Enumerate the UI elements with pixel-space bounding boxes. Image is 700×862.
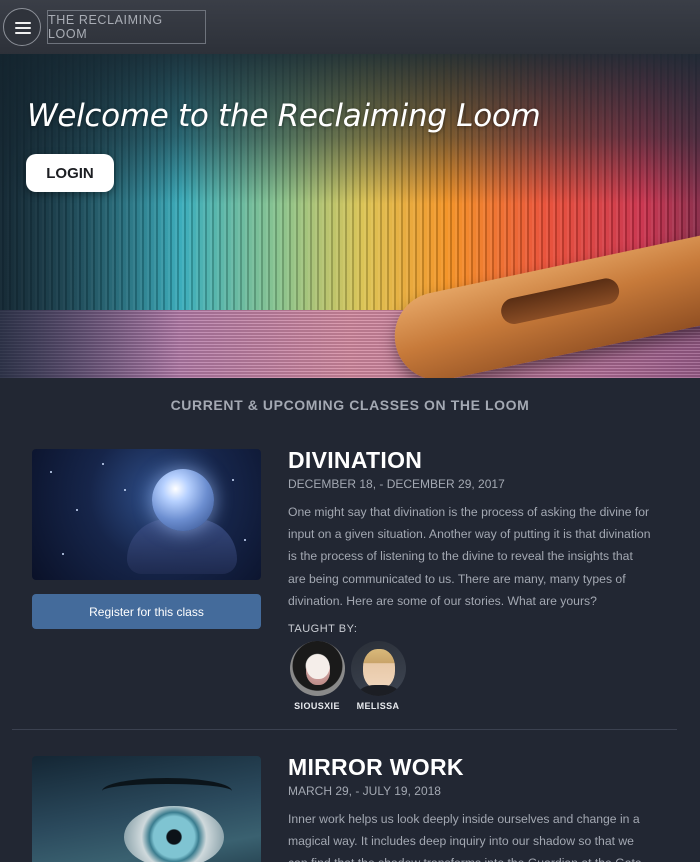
avatar[interactable] bbox=[289, 641, 345, 696]
classes-section-heading: CURRENT & UPCOMING CLASSES ON THE LOOM bbox=[170, 397, 530, 413]
menu-line bbox=[15, 32, 31, 34]
class-title[interactable]: DIVINATION bbox=[288, 447, 422, 474]
shuttle-slot bbox=[498, 276, 622, 327]
crystal-ball bbox=[152, 469, 214, 531]
class-dates: MARCH 29, - JULY 19, 2018 bbox=[288, 784, 441, 798]
teacher-siousxie[interactable]: SIOUSXIE bbox=[282, 641, 352, 711]
eyebrow-shape bbox=[102, 778, 232, 804]
star bbox=[124, 489, 126, 491]
star bbox=[102, 463, 104, 465]
site-title-link[interactable]: THE RECLAIMING LOOM bbox=[47, 10, 206, 44]
hamburger-menu-icon[interactable] bbox=[3, 8, 41, 46]
top-bar: THE RECLAIMING LOOM bbox=[0, 0, 700, 54]
menu-line bbox=[15, 27, 31, 29]
teacher-melissa[interactable]: MELISSA bbox=[343, 641, 413, 711]
class-description: One might say that divination is the pro… bbox=[288, 505, 651, 608]
star bbox=[244, 539, 246, 541]
taught-by-label: TAUGHT BY: bbox=[288, 623, 358, 635]
login-button[interactable]: LOGIN bbox=[26, 154, 114, 192]
star bbox=[50, 471, 52, 473]
section-divider bbox=[12, 729, 677, 730]
menu-line bbox=[15, 22, 31, 24]
mirror-work-class-image[interactable] bbox=[32, 756, 261, 862]
star bbox=[62, 553, 64, 555]
eye-shape bbox=[124, 806, 224, 862]
star bbox=[76, 509, 78, 511]
hero-heading: Welcome to the Reclaiming Loom bbox=[27, 98, 541, 134]
avatar[interactable] bbox=[350, 641, 406, 696]
class-title[interactable]: MIRROR WORK bbox=[288, 754, 464, 781]
star bbox=[232, 479, 234, 481]
hero-banner: Welcome to the Reclaiming Loom LOGIN bbox=[0, 54, 700, 378]
teacher-name: MELISSA bbox=[356, 701, 400, 711]
register-button[interactable]: Register for this class bbox=[32, 594, 261, 629]
class-description: Inner work helps us look deeply inside o… bbox=[288, 812, 645, 862]
class-dates: DECEMBER 18, - DECEMBER 29, 2017 bbox=[288, 477, 505, 491]
divination-class-image[interactable] bbox=[32, 449, 261, 580]
teacher-name: SIOUSXIE bbox=[294, 701, 340, 711]
